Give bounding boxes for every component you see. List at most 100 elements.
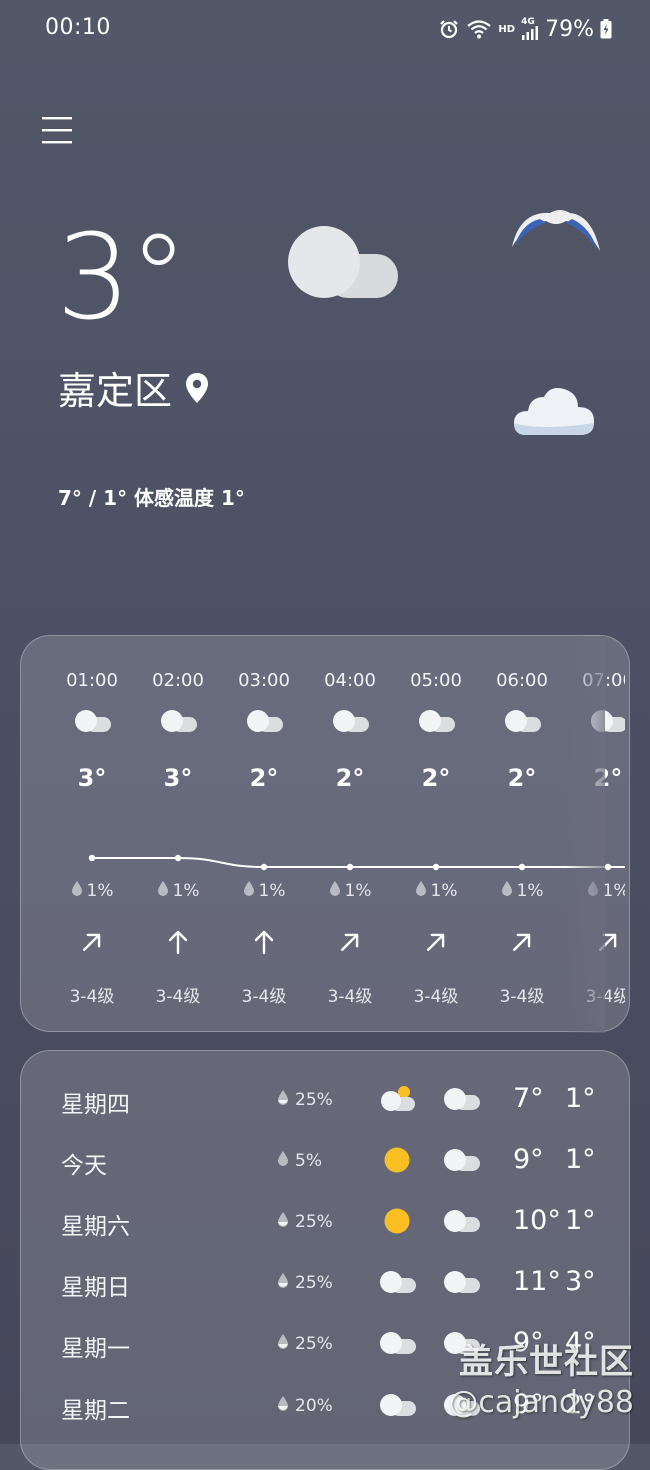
cloud-icon (588, 708, 625, 738)
hour-wind-level: 3-4级 (499, 987, 545, 1007)
hour-temperature: 3° (163, 764, 193, 792)
cloud-icon (377, 1327, 417, 1363)
day-low-temp: 1° (565, 1083, 596, 1114)
hourly-scroll-list[interactable]: 01:00 3° 1% 3-4级 02:00 3° 1% 3-4级 03:00 2° 1% 3-4级 0… (49, 636, 625, 1033)
cloud-icon (502, 708, 542, 738)
raindrop-icon (277, 1395, 289, 1416)
cloud-icon (441, 1083, 481, 1119)
status-bar: 00:10 HD 4G 79% (0, 0, 650, 58)
hour-time: 03:00 (238, 670, 290, 691)
hour-time: 04:00 (324, 670, 376, 691)
day-low-temp: 1° (565, 1144, 596, 1175)
hour-wind-level: 3-4级 (585, 987, 625, 1007)
hamburger-menu-icon (42, 117, 72, 144)
day-precipitation: 20% (277, 1395, 333, 1416)
cloud-icon (441, 1266, 481, 1302)
wind-direction-icon (336, 928, 364, 960)
partly-cloudy-icon (377, 1083, 417, 1119)
hourly-item: 05:00 2° 1% 3-4级 (393, 636, 479, 1033)
cloud-icon (377, 1266, 417, 1302)
day-high-temp: 11° (513, 1266, 561, 1297)
location-pin-icon (186, 372, 209, 403)
cloud-icon (377, 1389, 417, 1425)
hour-wind-level: 3-4级 (327, 987, 373, 1007)
degree-symbol: ° (129, 208, 188, 346)
status-time: 00:10 (45, 15, 111, 40)
raindrop-icon (329, 880, 341, 901)
raindrop-icon (277, 1150, 289, 1171)
wind-direction-icon (250, 928, 278, 960)
hour-precipitation: 1% (479, 880, 565, 901)
hour-time: 07:00 (582, 670, 625, 691)
hour-wind-level: 3-4级 (413, 987, 459, 1007)
hourly-item: 04:00 2° 1% 3-4级 (307, 636, 393, 1033)
temperature-range: 7° / 1° 体感温度 1° (58, 486, 245, 510)
wind-direction-icon (78, 928, 106, 960)
wind-direction-icon (594, 928, 622, 960)
location-selector[interactable]: 嘉定区 (58, 360, 210, 415)
day-low-temp: 3° (565, 1266, 596, 1297)
day-precipitation: 25% (277, 1211, 333, 1232)
sun-icon (377, 1144, 417, 1180)
daily-forecast-row[interactable]: 星期六 25% 10° 1° (21, 1193, 631, 1253)
hour-time: 01:00 (66, 670, 118, 691)
day-precipitation: 25% (277, 1333, 333, 1354)
hour-wind-level: 3-4级 (241, 987, 287, 1007)
hd-indicator: HD (498, 23, 516, 35)
alarm-icon (440, 20, 459, 39)
location-name: 嘉定区 (58, 369, 173, 413)
wind-direction-icon (422, 928, 450, 960)
current-temperature: 3° (56, 208, 188, 346)
cloud-illustration-icon (288, 226, 398, 298)
raindrop-icon (157, 880, 169, 901)
signal-icon (522, 26, 539, 40)
day-name: 今天 (61, 1153, 107, 1179)
raindrop-icon (277, 1211, 289, 1232)
cloud-icon (244, 708, 284, 738)
watermark-handle: @cajandy88 (448, 1385, 634, 1420)
bird-illustration-icon (512, 210, 600, 251)
raindrop-icon (277, 1089, 289, 1110)
day-precipitation: 5% (277, 1150, 322, 1171)
hourly-item: 02:00 3° 1% 3-4级 (135, 636, 221, 1033)
hour-precipitation: 1% (135, 880, 221, 901)
daily-forecast-row[interactable]: 今天 5% 9° 1° (21, 1132, 631, 1192)
hourly-item: 07:00 2° 1% 3-4级 (565, 636, 625, 1033)
hourly-forecast-card[interactable]: 01:00 3° 1% 3-4级 02:00 3° 1% 3-4级 03:00 2° 1% 3-4级 0… (20, 635, 630, 1033)
raindrop-icon (277, 1272, 289, 1293)
hour-precipitation: 1% (221, 880, 307, 901)
day-name: 星期日 (61, 1275, 130, 1301)
battery-icon (600, 19, 612, 39)
day-precipitation: 25% (277, 1089, 333, 1110)
hourly-item: 06:00 2° 1% 3-4级 (479, 636, 565, 1033)
day-name: 星期一 (61, 1336, 130, 1362)
day-high-temp: 7° (513, 1083, 544, 1114)
menu-button[interactable] (40, 114, 76, 148)
network-type: 4G (521, 17, 535, 27)
hour-wind-level: 3-4级 (155, 987, 201, 1007)
day-name: 星期六 (61, 1214, 130, 1240)
raindrop-icon (277, 1333, 289, 1354)
watermark-title: 盖乐世社区 (459, 1342, 634, 1382)
cloud-icon (72, 708, 112, 738)
cloud-icon (441, 1144, 481, 1180)
hour-temperature: 3° (77, 764, 107, 792)
day-high-temp: 9° (513, 1144, 544, 1175)
raindrop-icon (501, 880, 513, 901)
cloud-icon (158, 708, 198, 738)
daily-forecast-row[interactable]: 星期四 25% 7° 1° (21, 1071, 631, 1131)
hour-time: 06:00 (496, 670, 548, 691)
raindrop-icon (243, 880, 255, 901)
hour-temperature: 2° (249, 764, 279, 792)
small-cloud-illustration-icon (514, 388, 594, 435)
cloud-icon (416, 708, 456, 738)
watermark: 盖乐世社区 @cajandy88 (448, 1334, 634, 1420)
status-icons: HD 4G 79% (438, 14, 612, 44)
hour-precipitation: 1% (307, 880, 393, 901)
hour-temperature: 2° (507, 764, 537, 792)
day-precipitation: 25% (277, 1272, 333, 1293)
raindrop-icon (71, 880, 83, 901)
day-name: 星期四 (61, 1092, 130, 1118)
day-low-temp: 1° (565, 1205, 596, 1236)
daily-forecast-row[interactable]: 星期日 25% 11° 3° (21, 1254, 631, 1314)
